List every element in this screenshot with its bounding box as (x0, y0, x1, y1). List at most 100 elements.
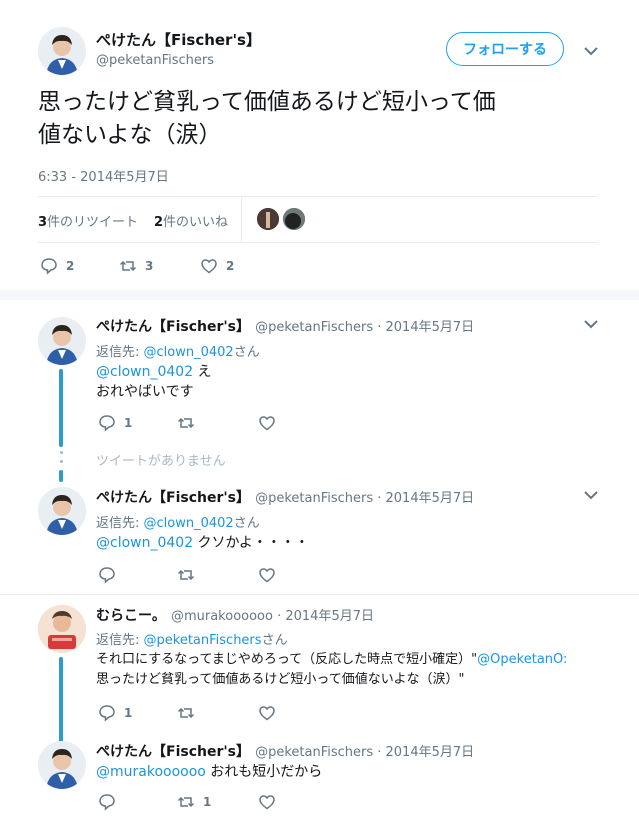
thread-dot (60, 460, 63, 463)
retweet-count: 3 (145, 259, 154, 273)
reply-to-prefix: 返信先: (96, 345, 144, 360)
reply-icon (99, 567, 115, 584)
retweet-count: 1 (203, 795, 212, 809)
thread-dot (60, 451, 63, 454)
reply-text-part: クソかよ・・・・ (193, 535, 309, 551)
author-avatar[interactable] (38, 27, 86, 75)
retweet-button[interactable] (177, 566, 195, 584)
avatar-image (38, 317, 86, 365)
reply-author-name[interactable]: ぺけたん【Fischer's】 (96, 319, 250, 335)
reply-text-line: おれやばいです (96, 384, 194, 400)
divider (38, 196, 598, 197)
reply-count: 2 (66, 259, 75, 273)
reply-avatar[interactable] (38, 605, 86, 653)
retweet-stat[interactable]: 3件のリツイート (38, 211, 138, 230)
retweet-icon (177, 417, 195, 429)
avatar-image (38, 27, 86, 75)
chevron-down-icon[interactable] (583, 45, 599, 57)
reply-button[interactable] (98, 566, 116, 584)
liker-avatar[interactable] (257, 208, 279, 230)
retweet-button[interactable]: 3 (119, 257, 153, 275)
liker-avatar[interactable] (283, 208, 305, 230)
reply-header: むらこー。 @murakoooooo · 2014年5月7日 (96, 605, 374, 625)
avatar-image (38, 741, 86, 789)
reply-to-link[interactable]: @clown_0402 (144, 345, 234, 360)
mention-link[interactable]: @clown_0402 (96, 535, 193, 551)
like-stat[interactable]: 2件のいいね (154, 211, 228, 230)
reply-to-link[interactable]: @clown_0402 (144, 516, 234, 531)
tweet-timestamp[interactable]: 6:33 - 2014年5月7日 (38, 166, 169, 185)
reply-to-line: 返信先: @clown_0402さん (96, 512, 260, 531)
reply-to-suffix: さん (233, 345, 260, 360)
tweet-text-line: 値ないよな（涙） (38, 122, 222, 148)
reply-to-line: 返信先: @clown_0402さん (96, 341, 260, 360)
retweet-icon (177, 707, 195, 719)
mention-link[interactable]: @clown_0402 (96, 364, 193, 380)
follow-button[interactable]: フォローする (446, 32, 564, 66)
retweet-icon (177, 569, 195, 581)
reply-button[interactable] (98, 793, 116, 811)
chevron-down-icon[interactable] (583, 489, 599, 501)
heart-icon (259, 795, 275, 810)
retweet-button[interactable] (177, 704, 195, 722)
divider (38, 242, 598, 243)
avatar-image (38, 605, 86, 653)
reply-avatar[interactable] (38, 741, 86, 789)
like-button[interactable]: 2 (200, 257, 234, 275)
retweet-stat-label: 件のリツイート (47, 215, 139, 230)
tweet-text-line: 思ったけど貧乳って価値あるけど短小って価 (38, 89, 496, 115)
retweet-icon (177, 796, 195, 808)
author-handle[interactable]: @peketanFischers (96, 53, 214, 68)
reply-button[interactable]: 1 (98, 414, 132, 432)
avatar-image (38, 487, 86, 535)
reply-meta[interactable]: @peketanFischers · 2014年5月7日 (255, 745, 474, 760)
like-button[interactable] (258, 793, 276, 811)
like-stat-label: 件のいいね (163, 215, 229, 230)
reply-meta[interactable]: @peketanFischers · 2014年5月7日 (255, 320, 474, 335)
mention-link[interactable]: @murakoooooo (96, 764, 206, 780)
reply-author-name[interactable]: ぺけたん【Fischer's】 (96, 744, 250, 760)
retweet-button[interactable] (177, 414, 195, 432)
reply-to-link[interactable]: @peketanFischers (144, 633, 262, 648)
reply-avatar[interactable] (38, 317, 86, 365)
heart-icon (201, 259, 217, 274)
thread-line (59, 470, 63, 482)
divider (0, 594, 639, 595)
reply-header: ぺけたん【Fischer's】 @peketanFischers · 2014年… (96, 741, 474, 761)
reply-count: 1 (124, 416, 133, 430)
reply-text-part: おれも短小だから (205, 764, 323, 780)
quoted-mention-link[interactable]: @OpeketanO: (477, 652, 567, 667)
author-name[interactable]: ぺけたん【Fischer's】 (96, 29, 261, 50)
reply-button[interactable]: 2 (40, 257, 74, 275)
like-button[interactable] (258, 566, 276, 584)
stat-separator (241, 196, 242, 242)
reply-text-part: それ口にするなってまじやめろって（反応した時点で短小確定）" (96, 652, 478, 667)
reply-avatar[interactable] (38, 487, 86, 535)
reply-icon (99, 794, 115, 811)
retweet-icon (119, 260, 137, 272)
reply-header: ぺけたん【Fischer's】 @peketanFischers · 2014年… (96, 316, 474, 336)
reply-meta[interactable]: @peketanFischers · 2014年5月7日 (255, 491, 474, 506)
retweet-stat-count: 3 (38, 215, 48, 230)
heart-icon (259, 706, 275, 721)
reply-to-suffix: さん (233, 516, 260, 531)
section-gap (0, 290, 639, 300)
reply-to-prefix: 返信先: (96, 516, 144, 531)
like-count: 2 (226, 259, 235, 273)
reply-icon (99, 415, 115, 432)
reply-text: それ口にするなってまじやめろって（反応した時点で短小確定）"@OpeketanO… (96, 650, 567, 690)
reply-text: @clown_0402 クソかよ・・・・ (96, 533, 309, 553)
retweet-button[interactable]: 1 (177, 793, 211, 811)
unavailable-tweet: ツイートがありません (96, 454, 226, 469)
like-button[interactable] (258, 704, 276, 722)
reply-meta[interactable]: @murakoooooo · 2014年5月7日 (171, 609, 374, 624)
reply-author-name[interactable]: むらこー。 (96, 608, 166, 624)
reply-text-line: 思ったけど貧乳って価値あるけど短小って価値ないよな（涙）" (96, 672, 465, 687)
reply-button[interactable]: 1 (98, 704, 132, 722)
chevron-down-icon[interactable] (583, 318, 599, 330)
reply-text: @clown_0402 え おれやばいです (96, 362, 212, 402)
reply-to-suffix: さん (261, 633, 288, 648)
like-button[interactable] (258, 414, 276, 432)
thread-line (59, 657, 63, 743)
reply-author-name[interactable]: ぺけたん【Fischer's】 (96, 490, 250, 506)
